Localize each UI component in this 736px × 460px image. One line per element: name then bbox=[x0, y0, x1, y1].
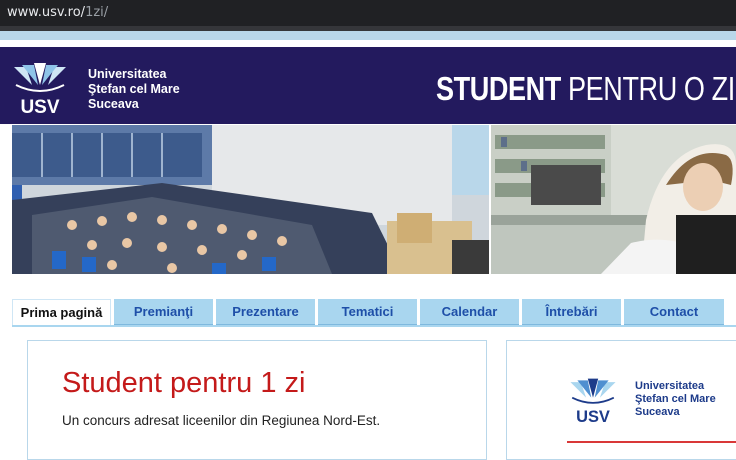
sidebar-university-line-1: Universitatea bbox=[635, 380, 705, 392]
page-subtitle: Un concurs adresat liceenilor din Regiun… bbox=[62, 413, 381, 428]
tab-contact[interactable]: Contact bbox=[624, 299, 724, 325]
url-path: 1zi/ bbox=[85, 5, 109, 20]
tab-calendar[interactable]: Calendar bbox=[420, 299, 519, 325]
tab-intrebari[interactable]: Întrebări bbox=[522, 299, 621, 325]
sidebar-university-name: Universitatea Ştefan cel Mare Suceava bbox=[635, 380, 716, 419]
url-host: www.usv.ro/ bbox=[7, 5, 86, 20]
university-line-2: Ştefan cel Mare bbox=[88, 82, 180, 96]
main-content-panel: Student pentru 1 zi Un concurs adresat l… bbox=[27, 340, 487, 460]
sidebar-red-divider bbox=[567, 441, 736, 443]
banner-title-rest: PENTRU O ZI bbox=[560, 70, 735, 107]
tab-tematici[interactable]: Tematici bbox=[318, 299, 417, 325]
banner-title: STUDENT PENTRU O ZI bbox=[436, 69, 735, 109]
student-photo bbox=[491, 125, 736, 274]
sidebar-university-line-3: Suceava bbox=[635, 406, 680, 418]
tab-underline bbox=[12, 325, 736, 327]
banner-title-bold: STUDENT bbox=[436, 70, 561, 107]
student-image bbox=[491, 125, 736, 274]
sidebar-university-line-2: Ştefan cel Mare bbox=[635, 393, 716, 405]
url-text[interactable]: www.usv.ro/1zi/ bbox=[7, 5, 108, 20]
usv-logo-icon[interactable]: USV bbox=[10, 63, 70, 117]
page-title: Student pentru 1 zi bbox=[62, 367, 306, 399]
logo-text: USV bbox=[20, 97, 59, 117]
university-line-1: Universitatea bbox=[88, 67, 167, 81]
top-stripe bbox=[0, 31, 736, 40]
main-nav-tabs: Prima pagină Premianţi Prezentare Temati… bbox=[12, 299, 736, 325]
university-name: Universitatea Ştefan cel Mare Suceava bbox=[88, 67, 180, 112]
site-header: USV Universitatea Ştefan cel Mare Suceav… bbox=[0, 47, 736, 124]
sidebar-panel: USV Universitatea Ştefan cel Mare Suceav… bbox=[506, 340, 736, 460]
tab-prezentare[interactable]: Prezentare bbox=[216, 299, 315, 325]
tab-premianti[interactable]: Premianţi bbox=[114, 299, 213, 325]
tab-prima-pagina[interactable]: Prima pagină bbox=[12, 299, 111, 325]
university-line-3: Suceava bbox=[88, 97, 139, 111]
lecture-hall-photo bbox=[12, 125, 489, 274]
usv-logo-small-icon[interactable]: USV bbox=[567, 377, 619, 427]
address-bar[interactable]: www.usv.ro/1zi/ bbox=[0, 0, 736, 26]
logo-small-text: USV bbox=[576, 408, 610, 426]
lecture-hall-image bbox=[12, 125, 489, 274]
